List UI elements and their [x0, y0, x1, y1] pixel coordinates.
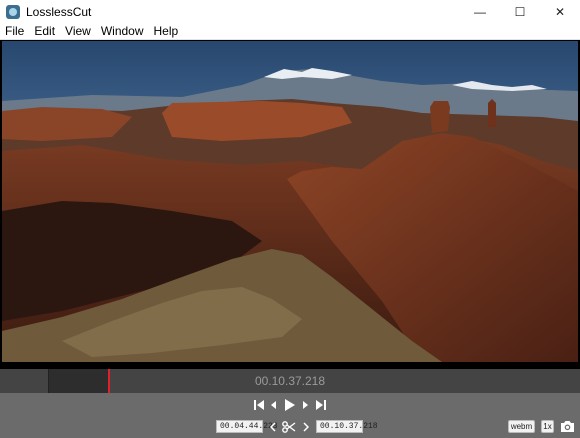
camera-icon[interactable]: [560, 420, 575, 433]
window-controls: — ☐ ✕: [460, 0, 580, 23]
menu-view[interactable]: View: [60, 24, 96, 39]
menu-edit[interactable]: Edit: [29, 24, 60, 39]
next-frame-icon[interactable]: [302, 397, 309, 413]
minimize-button[interactable]: —: [460, 0, 500, 23]
playback-controls: [0, 397, 580, 413]
maximize-button[interactable]: ☐: [500, 0, 540, 23]
playback-speed-button[interactable]: 1x: [541, 420, 554, 433]
menu-bar: File Edit View Window Help: [0, 23, 580, 40]
current-time-display: 00.10.37.218: [254, 374, 326, 388]
jump-to-end-icon[interactable]: [316, 397, 326, 413]
output-format-button[interactable]: webm: [508, 420, 535, 433]
window-title: LosslessCut: [26, 4, 92, 19]
video-player[interactable]: [0, 40, 580, 369]
cut-end-time-input[interactable]: 00.10.37.218: [316, 420, 378, 433]
menu-file[interactable]: File: [0, 24, 29, 39]
previous-frame-icon[interactable]: [270, 397, 277, 413]
close-button[interactable]: ✕: [540, 0, 580, 23]
scissors-icon[interactable]: [282, 420, 296, 434]
app-logo-icon: [6, 4, 20, 19]
menu-window[interactable]: Window: [96, 24, 149, 39]
video-frame: [2, 41, 578, 362]
play-icon[interactable]: [284, 397, 295, 413]
menu-help[interactable]: Help: [149, 24, 184, 39]
jump-to-start-icon[interactable]: [254, 397, 264, 413]
title-bar: LosslessCut — ☐ ✕: [0, 0, 580, 23]
set-cut-start-icon[interactable]: [270, 421, 276, 433]
set-cut-end-icon[interactable]: [303, 421, 309, 433]
cut-start-time-input[interactable]: 00.04.44.223: [216, 420, 278, 433]
timeline[interactable]: 00.10.37.218: [0, 369, 580, 393]
cut-controls: 00.04.44.223 00.10.37.218 webm 1x: [0, 419, 580, 436]
